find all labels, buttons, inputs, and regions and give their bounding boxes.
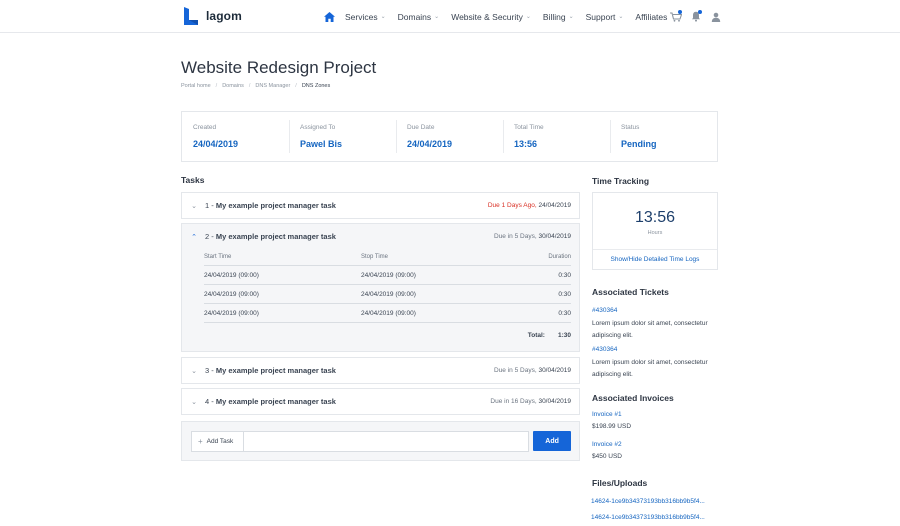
header-actions [669,0,729,33]
invoice-link[interactable]: Invoice #1 [592,411,622,418]
task-due: Due in 5 Days, 30/04/2019 [494,367,571,374]
time-logs-header: Start Time Stop Time Duration [204,249,571,266]
files-heading: Files/Uploads [592,478,648,488]
bell-icon[interactable] [689,9,703,24]
chevron-up-icon[interactable]: ⌃ [190,233,198,241]
brand-name: lagom [206,9,242,23]
nav-domains[interactable]: Domains ⌄ [398,12,440,22]
page-title: Website Redesign Project [181,58,377,77]
file-link[interactable]: 14624-1ce9b34373193bb316bb9b5f4... [591,514,705,521]
add-task-input[interactable] [242,431,530,452]
time-logs-table: Start Time Stop Time Duration 24/04/2019… [204,249,571,348]
task-item[interactable]: ⌄ 4 - My example project manager task Du… [181,388,580,415]
summary-assigned-to: Assigned To Pawel Bis [289,112,396,161]
nav-affiliates[interactable]: Affiliates [635,12,667,22]
chevron-down-icon: ⌄ [380,14,386,20]
breadcrumb-dns-manager[interactable]: DNS Manager [255,83,290,89]
tracked-time-unit: Hours [647,230,663,236]
chevron-down-icon: ⌄ [568,14,574,20]
task-due: Due in 16 Days, 30/04/2019 [490,398,571,405]
project-summary: Created 24/04/2019 Assigned To Pawel Bis… [181,111,718,162]
tickets-heading: Associated Tickets [592,287,669,297]
brand-logo[interactable]: lagom [183,6,242,26]
summary-created: Created 24/04/2019 [193,124,239,149]
nav-billing[interactable]: Billing ⌄ [543,12,574,22]
top-navbar: lagom Services ⌄ Domains ⌄ Website & Secur… [0,0,900,33]
chevron-down-icon[interactable]: ⌄ [190,398,198,406]
ticket-summary: Lorem ipsum dolor sit amet, consectetur … [592,320,708,339]
tracked-time: 13:56 [634,209,676,226]
chevron-down-icon: ⌄ [618,14,624,20]
breadcrumb-domains[interactable]: Domains [222,83,244,89]
ticket-link[interactable]: #430364 [592,307,617,314]
main-nav: Services ⌄ Domains ⌄ Website & Security ⌄ B… [322,0,679,33]
lagom-logo-icon [184,7,198,25]
breadcrumb-portal-home[interactable]: Portal home [181,83,211,89]
tasks-heading: Tasks [181,175,205,185]
breadcrumb-dns-zones: DNS Zones [301,83,331,89]
add-task-label: + Add Task [191,431,243,452]
nav-website-security[interactable]: Website & Security ⌄ [451,12,531,22]
nav-support[interactable]: Support ⌄ [586,12,624,22]
invoice-link[interactable]: Invoice #2 [592,441,622,448]
task-item-expanded[interactable]: ⌃ 2 - My example project manager task Du… [181,223,580,352]
table-row: 24/04/2019 (09:00) 24/04/2019 (09:00) 0:30 [204,266,571,285]
task-due: Due in 5 Days, 30/04/2019 [494,233,571,240]
file-link[interactable]: 14624-1ce9b34373193bb316bb9b5f4... [591,498,705,505]
plus-icon: + [198,437,203,446]
chevron-down-icon: ⌄ [525,14,531,20]
summary-due-date: Due Date 24/04/2019 [396,112,503,161]
task-due: Due 1 Days Ago, 24/04/2019 [487,202,571,209]
cart-icon[interactable] [669,9,683,24]
task-item[interactable]: ⌄ 3 - My example project manager task Du… [181,357,580,384]
ticket-summary: Lorem ipsum dolor sit amet, consectetur … [592,359,708,378]
chevron-down-icon[interactable]: ⌄ [190,202,198,210]
table-row: 24/04/2019 (09:00) 24/04/2019 (09:00) 0:30 [204,304,571,323]
nav-services[interactable]: Services ⌄ [345,12,386,22]
add-task-form: + Add Task Add [181,421,580,461]
summary-status: Status Pending [610,112,717,161]
ticket-link[interactable]: #430364 [592,346,617,353]
time-tracking-heading: Time Tracking [592,176,650,186]
table-row: 24/04/2019 (09:00) 24/04/2019 (09:00) 0:30 [204,285,571,304]
time-logs-total: Total: 1:30 [527,332,571,339]
toggle-time-logs-link[interactable]: Show/Hide Detailed Time Logs [593,249,717,269]
chevron-down-icon[interactable]: ⌄ [190,367,198,375]
summary-total-time: Total Time 13:56 [503,112,610,161]
add-task-button[interactable]: Add [533,431,571,451]
invoices-heading: Associated Invoices [592,393,674,403]
invoice-amount: $450 USD [592,453,622,460]
time-tracking-box: 13:56 Hours Show/Hide Detailed Time Logs [592,192,718,270]
invoice-amount: $198.99 USD [592,423,632,430]
user-icon[interactable] [709,10,723,24]
chevron-down-icon: ⌄ [434,14,440,20]
home-icon[interactable] [322,10,336,24]
task-item[interactable]: ⌄ 1 - My example project manager task Du… [181,192,580,219]
breadcrumb: Portal home / Domains / DNS Manager / DNS Z… [181,83,331,89]
